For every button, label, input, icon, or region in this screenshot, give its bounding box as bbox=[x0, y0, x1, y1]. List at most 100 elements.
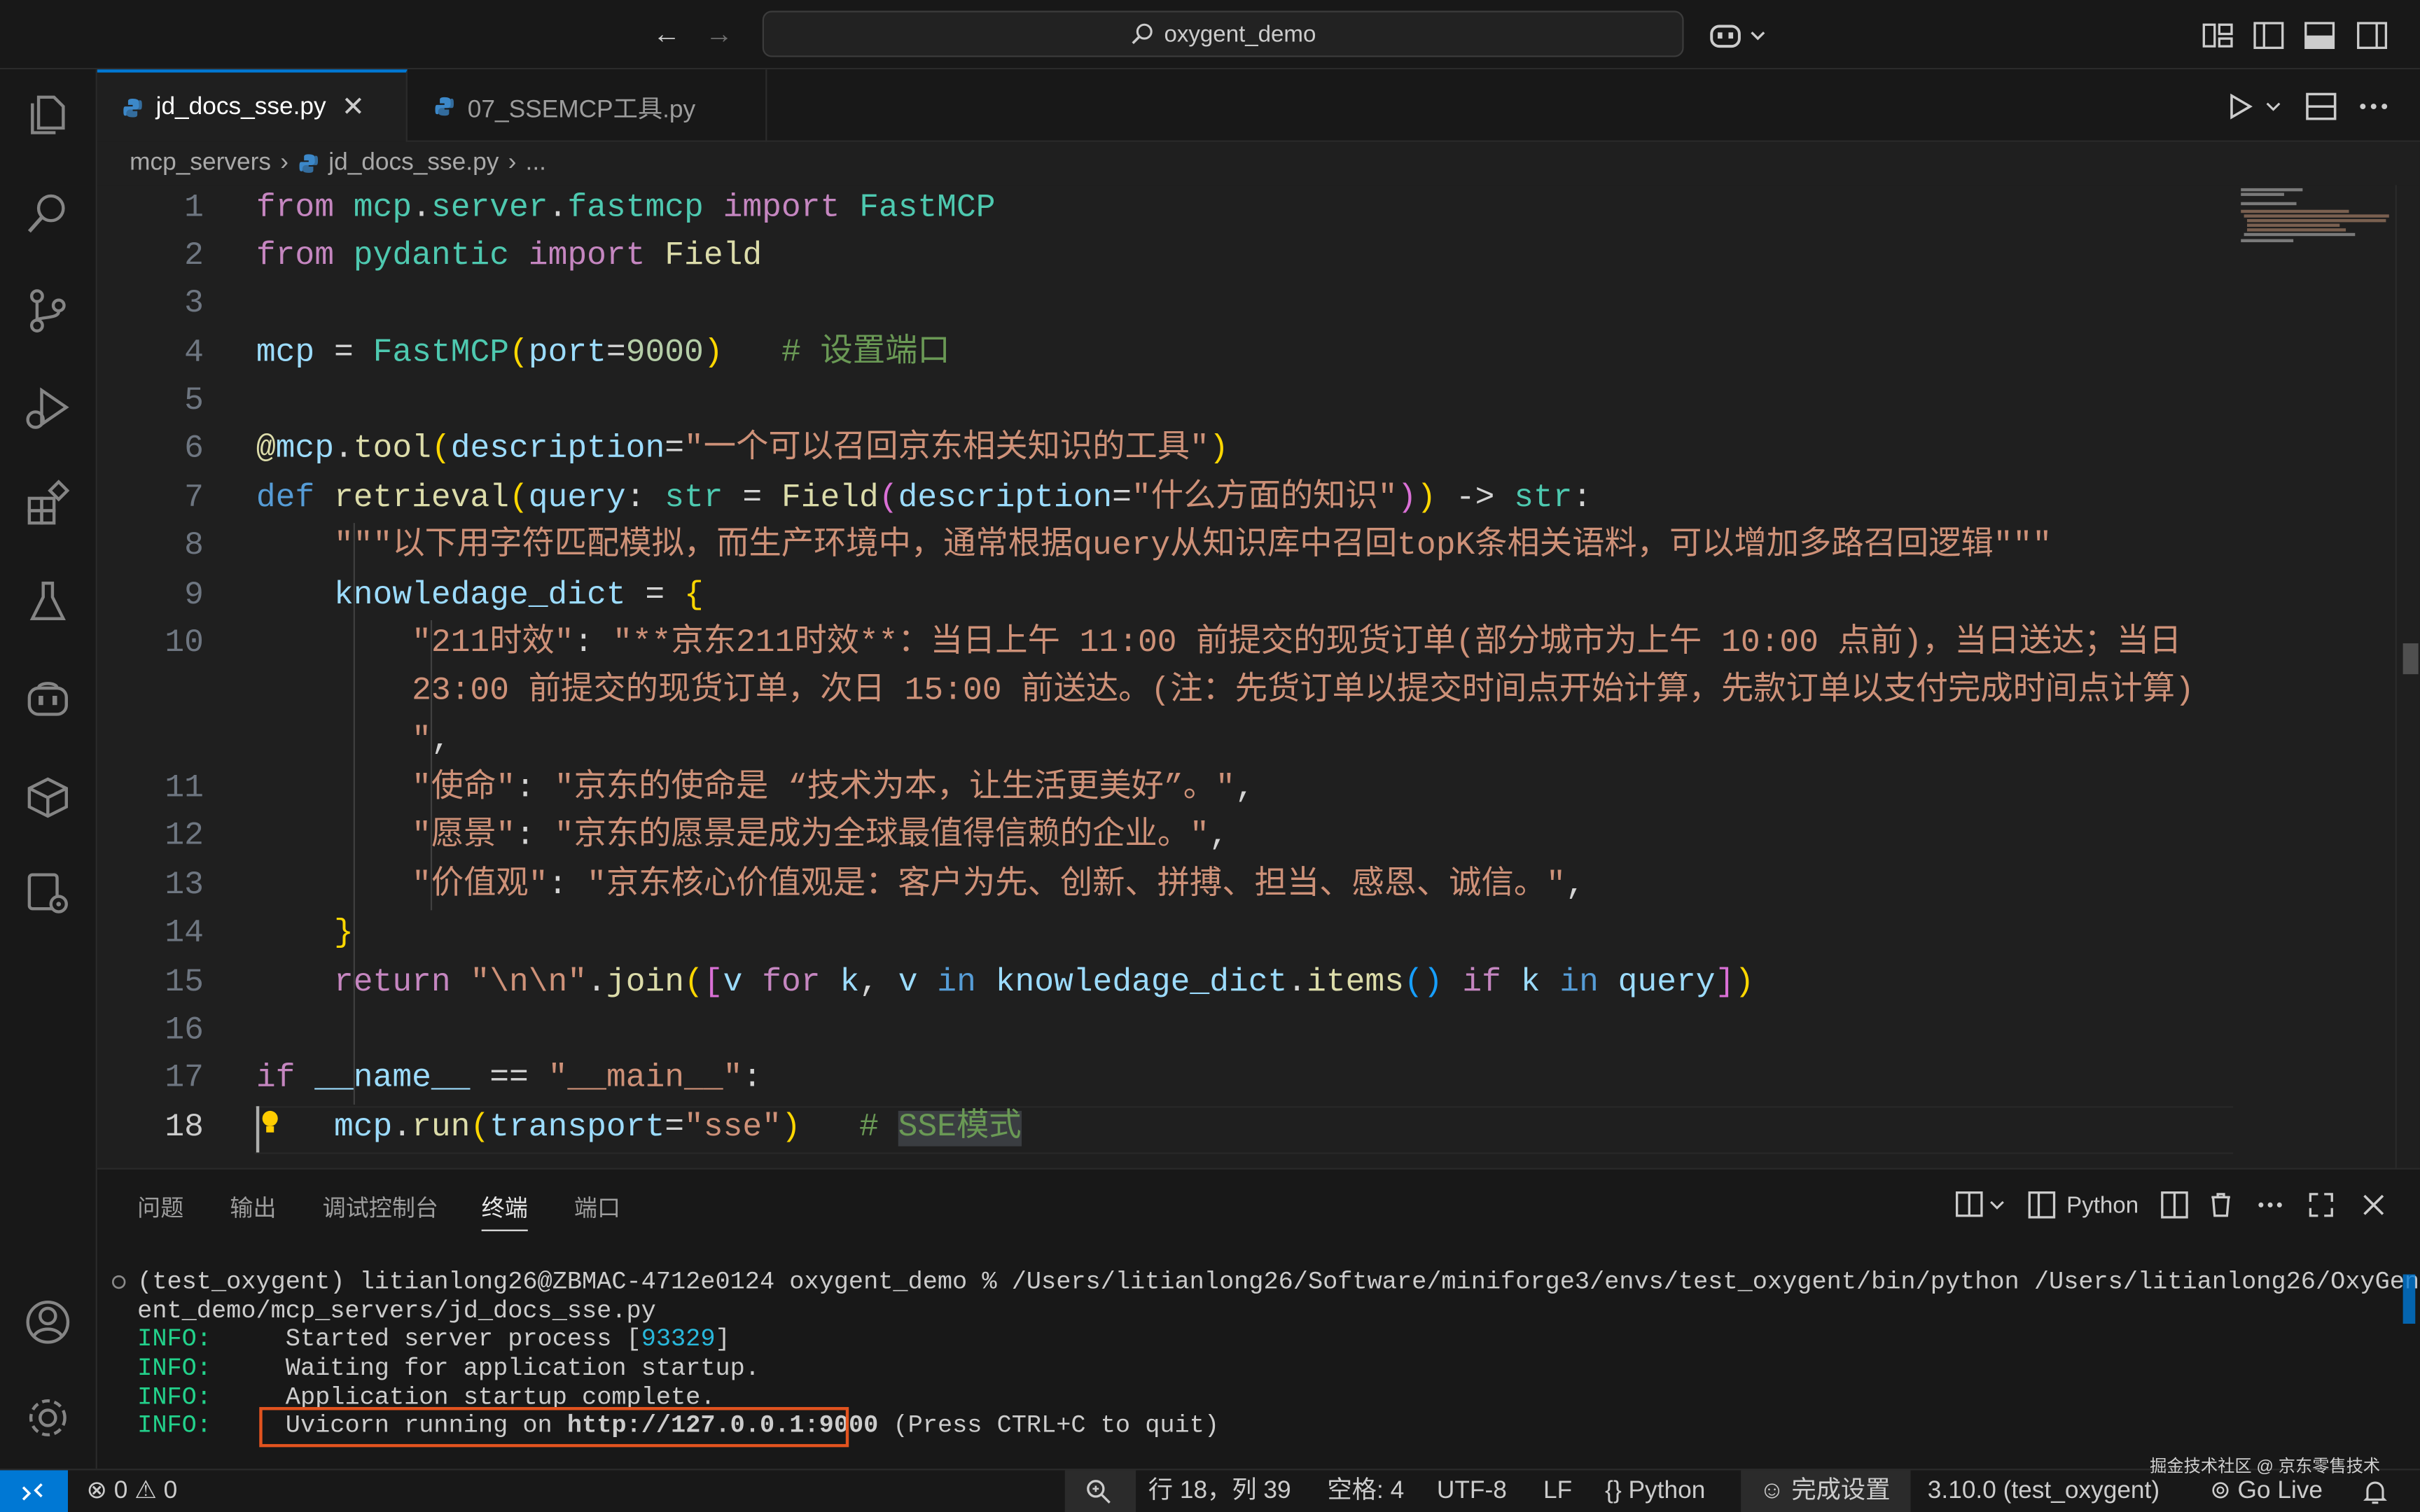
copilot-setup[interactable]: ☺ 完成设置 bbox=[1741, 1470, 1911, 1512]
code-line: 1 from mcp.server.fastmcp import FastMCP bbox=[97, 185, 2235, 232]
terminal-command-line: ent_demo/mcp_servers/jd_docs_sse.py bbox=[137, 1297, 656, 1326]
settings-gear-icon[interactable] bbox=[22, 1392, 74, 1444]
line-number: 18 bbox=[165, 1110, 204, 1147]
run-debug-icon[interactable] bbox=[22, 381, 74, 433]
lightbulb-icon[interactable] bbox=[259, 1107, 281, 1138]
tab-problems[interactable]: 问题 bbox=[137, 1191, 183, 1223]
testing-icon[interactable] bbox=[22, 575, 74, 628]
minimap[interactable] bbox=[2238, 185, 2392, 246]
bottom-panel: 问题 输出 调试控制台 终端 端口 Python (test_oxygent) … bbox=[97, 1168, 2420, 1469]
line-number: 14 bbox=[165, 916, 204, 952]
close-panel-icon[interactable] bbox=[2358, 1189, 2389, 1220]
log-message: Waiting for application startup. bbox=[285, 1354, 760, 1382]
line-number: 7 bbox=[184, 481, 204, 517]
code-line: 9 knowledage_dict = { bbox=[97, 573, 2235, 620]
run-python-file-icon[interactable] bbox=[2224, 88, 2283, 125]
error-icon: ⊗ bbox=[86, 1478, 107, 1504]
maximize-panel-icon[interactable] bbox=[2306, 1189, 2337, 1220]
toggle-panel-icon[interactable] bbox=[2302, 18, 2336, 52]
code-line: 14 } bbox=[97, 910, 2235, 958]
code-line: 7 def retrieval(query: str = Field(descri… bbox=[97, 475, 2235, 523]
line-number: 17 bbox=[165, 1061, 204, 1098]
copilot-label: 完成设置 bbox=[1791, 1478, 1891, 1504]
customize-layout-icon[interactable] bbox=[2201, 18, 2234, 52]
line-number: 4 bbox=[184, 336, 204, 372]
remote-settings-icon[interactable] bbox=[22, 867, 74, 920]
python-interpreter[interactable]: 3.10.0 (test_oxygent) bbox=[1928, 1470, 2160, 1512]
code-line: 15 return "\n\n".join([v for k, v in kno… bbox=[97, 960, 2235, 1007]
line-number: 2 bbox=[184, 239, 204, 275]
code-line: 10 "211时效": "**京东211时效**：当日上午 11:00 前提交的… bbox=[97, 620, 2235, 668]
indentation[interactable]: 空格: 4 bbox=[1327, 1470, 1404, 1512]
tab-debug-console[interactable]: 调试控制台 bbox=[323, 1191, 438, 1223]
log-level: INFO: bbox=[137, 1325, 211, 1353]
title-bar: ← → oxygent_demo bbox=[0, 0, 2420, 70]
more-actions-icon[interactable] bbox=[2355, 88, 2392, 125]
line-number: 8 bbox=[184, 528, 204, 565]
workspace-name: oxygent_demo bbox=[1164, 20, 1316, 48]
source-control-icon[interactable] bbox=[22, 284, 74, 337]
explorer-icon[interactable] bbox=[22, 88, 74, 141]
code-line: 13 "价值观": "京东核心价值观是：客户为先、创新、拼搏、担当、感恩、诚信。… bbox=[97, 862, 2235, 910]
line-number: 16 bbox=[165, 1014, 204, 1049]
tab-output[interactable]: 输出 bbox=[230, 1191, 276, 1223]
breadcrumb-file[interactable]: jd_docs_sse.py bbox=[328, 150, 499, 178]
status-bar: ⊗ 0 ⚠ 0 行 18，列 39 空格: 4 UTF-8 LF {} Pyth… bbox=[0, 1469, 2420, 1512]
log-message-end: ] bbox=[715, 1325, 730, 1353]
package-icon[interactable] bbox=[22, 770, 74, 822]
copilot-icon[interactable] bbox=[1709, 18, 1770, 52]
code-line: 5 bbox=[97, 378, 2235, 426]
line-number: 12 bbox=[165, 819, 204, 855]
tab-07-ssemcp[interactable]: 07_SSEMCP工具.py bbox=[409, 69, 767, 142]
forward-arrow-icon[interactable]: → bbox=[704, 18, 735, 49]
toggle-secondary-sidebar-icon[interactable] bbox=[2355, 18, 2388, 52]
terminal-scrollbar[interactable] bbox=[2402, 1274, 2416, 1324]
breadcrumb-symbol[interactable]: ... bbox=[526, 150, 546, 178]
watermark: 掘金技术社区 @ 京东零售技术 bbox=[2150, 1457, 2381, 1477]
zoom-indicator[interactable] bbox=[1064, 1470, 1136, 1512]
editor-scrollbar[interactable] bbox=[2395, 185, 2420, 1168]
cursor-position[interactable]: 行 18，列 39 bbox=[1148, 1470, 1291, 1512]
copilot-chat-icon[interactable] bbox=[22, 673, 74, 725]
command-center-search[interactable]: oxygent_demo bbox=[762, 10, 1684, 57]
account-icon[interactable] bbox=[22, 1296, 74, 1348]
line-number: 13 bbox=[165, 868, 204, 904]
split-terminal-icon[interactable] bbox=[2159, 1189, 2190, 1220]
code-line: 17 if __name__ == "__main__": bbox=[97, 1056, 2235, 1103]
new-terminal-split-icon[interactable] bbox=[1954, 1188, 2009, 1222]
code-line: 2 from pydantic import Field bbox=[97, 233, 2235, 281]
more-actions-icon[interactable] bbox=[2255, 1189, 2286, 1220]
remote-indicator[interactable] bbox=[0, 1470, 68, 1512]
search-icon bbox=[1132, 23, 1153, 44]
line-number: 10 bbox=[165, 626, 204, 662]
chevron-right-icon: › bbox=[508, 149, 517, 176]
toggle-primary-sidebar-icon[interactable] bbox=[2252, 18, 2286, 52]
tab-terminal[interactable]: 终端 bbox=[481, 1191, 528, 1231]
code-line: 16 bbox=[97, 1007, 2235, 1055]
terminal-panel-icon bbox=[2028, 1191, 2056, 1219]
back-arrow-icon[interactable]: ← bbox=[651, 18, 682, 49]
chevron-right-icon: › bbox=[280, 149, 288, 176]
line-ending[interactable]: LF bbox=[1543, 1470, 1572, 1512]
bell-icon[interactable] bbox=[2361, 1478, 2389, 1506]
terminal-line: INFO: Started server process [93329] bbox=[137, 1325, 730, 1354]
python-file-icon bbox=[299, 154, 318, 173]
log-message-end: (Press CTRL+C to quit) bbox=[878, 1411, 1220, 1440]
tab-ports[interactable]: 端口 bbox=[574, 1191, 620, 1223]
code-line: 8 """以下用字符匹配模拟，而生产环境中，通常根据query从知识库中召回to… bbox=[97, 523, 2235, 570]
line-number: 3 bbox=[184, 286, 204, 323]
breadcrumb-folder[interactable]: mcp_servers bbox=[130, 150, 271, 178]
extensions-icon[interactable] bbox=[22, 478, 74, 531]
terminal-type-label[interactable]: Python bbox=[2066, 1193, 2139, 1219]
trash-icon[interactable] bbox=[2206, 1189, 2237, 1220]
broadcast-icon: ⊚ bbox=[2210, 1478, 2231, 1504]
language-mode[interactable]: {} Python bbox=[1605, 1470, 1705, 1512]
search-icon[interactable] bbox=[22, 187, 74, 239]
code-line: 4 mcp = FastMCP(port=9000) # 设置端口 bbox=[97, 330, 2235, 378]
encoding[interactable]: UTF-8 bbox=[1437, 1470, 1507, 1512]
problems-indicator[interactable]: ⊗ 0 ⚠ 0 bbox=[86, 1470, 177, 1512]
tab-jd-docs-sse[interactable]: jd_docs_sse.py ✕ bbox=[97, 69, 408, 142]
split-editor-icon[interactable] bbox=[2302, 88, 2339, 125]
code-editor[interactable]: 1 from mcp.server.fastmcp import FastMCP … bbox=[97, 185, 2420, 1168]
close-icon[interactable]: ✕ bbox=[342, 91, 365, 123]
